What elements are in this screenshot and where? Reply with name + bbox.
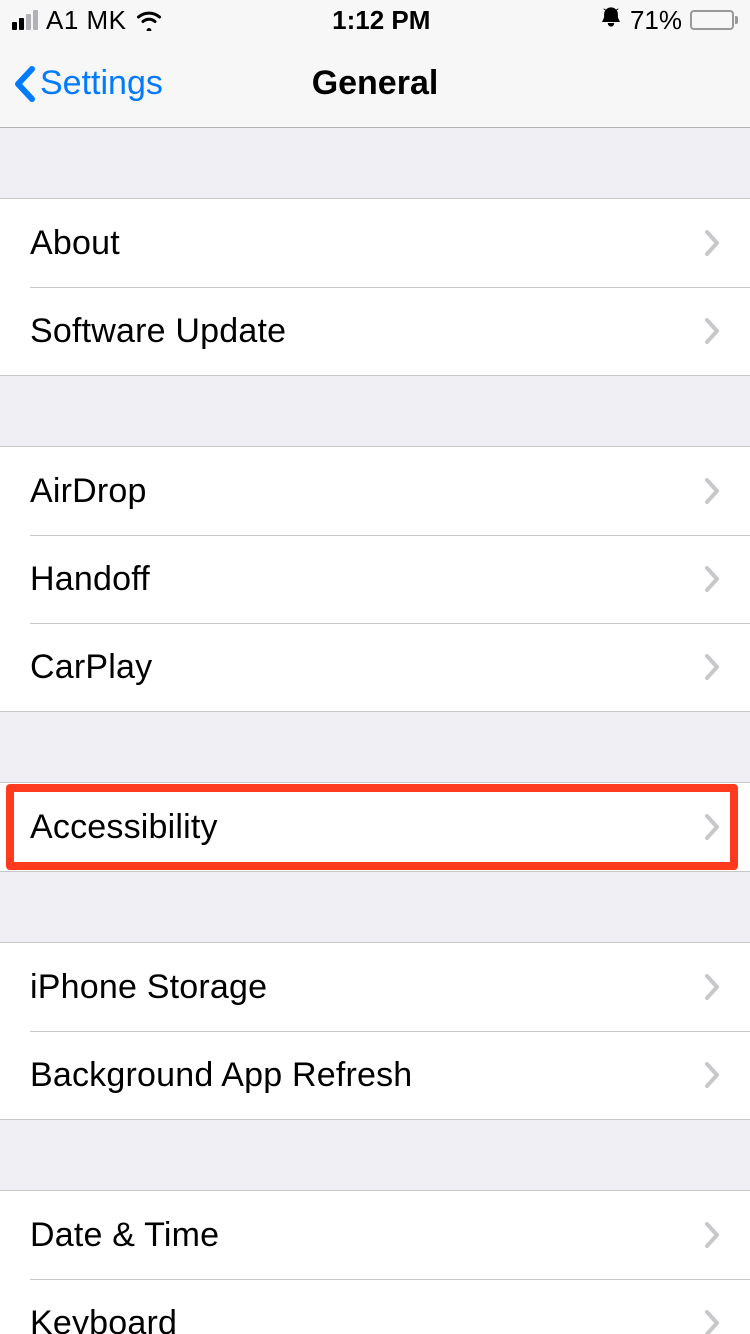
section-gap (0, 128, 750, 198)
alarm-icon (600, 6, 622, 34)
row-label: CarPlay (30, 648, 152, 687)
settings-group: iPhone Storage Background App Refresh (0, 942, 750, 1120)
status-right: 71% (600, 5, 738, 36)
row-keyboard[interactable]: Keyboard (0, 1279, 750, 1334)
row-airdrop[interactable]: AirDrop (0, 447, 750, 535)
row-label: Date & Time (30, 1216, 219, 1255)
section-gap (0, 1120, 750, 1190)
chevron-right-icon (704, 813, 720, 841)
row-label: About (30, 224, 120, 263)
chevron-right-icon (704, 229, 720, 257)
chevron-right-icon (704, 653, 720, 681)
battery-percent: 71% (630, 5, 682, 36)
section-gap (0, 376, 750, 446)
row-carplay[interactable]: CarPlay (0, 623, 750, 711)
settings-group: AirDrop Handoff CarPlay (0, 446, 750, 712)
chevron-right-icon (704, 317, 720, 345)
chevron-right-icon (704, 1061, 720, 1089)
signal-icon (12, 10, 38, 30)
battery-icon (690, 10, 738, 30)
status-time: 1:12 PM (332, 5, 430, 36)
settings-group: About Software Update (0, 198, 750, 376)
chevron-right-icon (704, 1221, 720, 1249)
nav-bar: Settings General (0, 40, 750, 128)
status-left: A1 MK (12, 5, 163, 36)
back-button[interactable]: Settings (0, 64, 163, 103)
back-label: Settings (40, 64, 163, 103)
row-label: Handoff (30, 560, 150, 599)
highlight-wrapper: Accessibility (0, 782, 750, 872)
wifi-icon (135, 9, 163, 31)
row-software-update[interactable]: Software Update (0, 287, 750, 375)
section-gap (0, 872, 750, 942)
status-bar: A1 MK 1:12 PM 71% (0, 0, 750, 40)
row-label: Keyboard (30, 1304, 177, 1334)
row-date-time[interactable]: Date & Time (0, 1191, 750, 1279)
row-about[interactable]: About (0, 199, 750, 287)
row-background-app-refresh[interactable]: Background App Refresh (0, 1031, 750, 1119)
row-accessibility[interactable]: Accessibility (0, 783, 750, 871)
section-gap (0, 712, 750, 782)
chevron-right-icon (704, 565, 720, 593)
row-handoff[interactable]: Handoff (0, 535, 750, 623)
row-label: iPhone Storage (30, 968, 267, 1007)
row-label: Background App Refresh (30, 1056, 412, 1095)
chevron-right-icon (704, 477, 720, 505)
row-label: AirDrop (30, 472, 147, 511)
row-label: Software Update (30, 312, 286, 351)
row-iphone-storage[interactable]: iPhone Storage (0, 943, 750, 1031)
chevron-right-icon (704, 1309, 720, 1334)
carrier-label: A1 MK (46, 5, 127, 36)
row-label: Accessibility (30, 808, 218, 847)
chevron-right-icon (704, 973, 720, 1001)
chevron-left-icon (12, 65, 36, 103)
settings-group: Date & Time Keyboard (0, 1190, 750, 1334)
settings-group: Accessibility (0, 782, 750, 872)
